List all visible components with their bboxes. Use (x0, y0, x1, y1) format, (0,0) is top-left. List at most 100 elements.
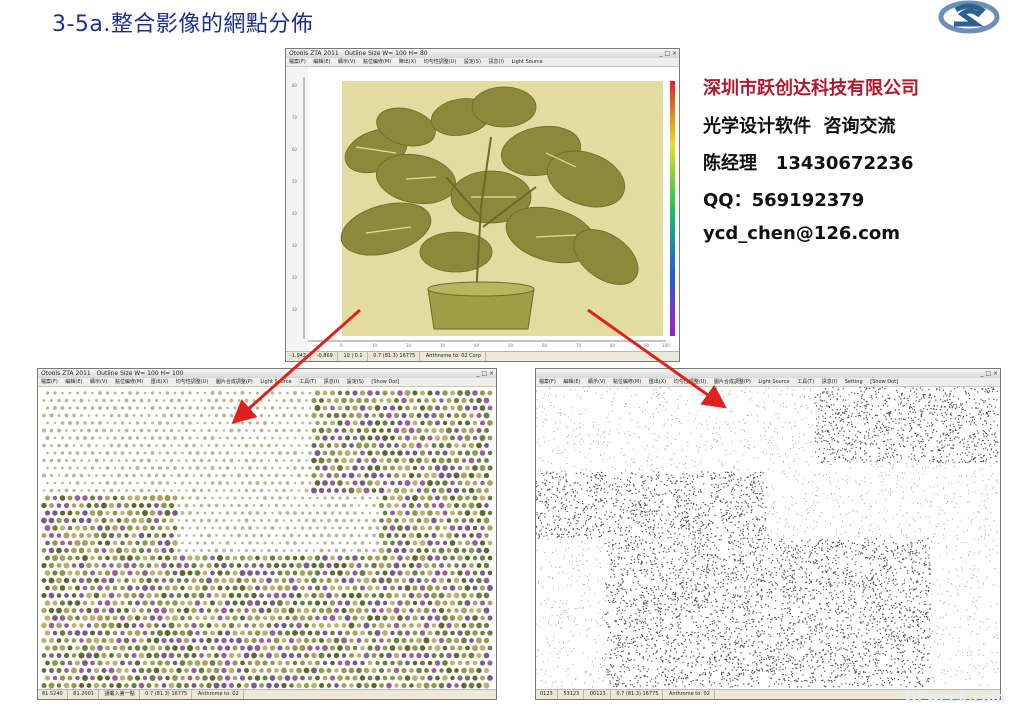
menu-item[interactable]: 訊息(I) (324, 379, 339, 385)
menu-item[interactable]: 圖片合成調整(P) (216, 379, 253, 385)
menu-item[interactable]: 顯示(V) (588, 379, 605, 385)
menu-item[interactable]: 圖片合成調整(P) (714, 379, 751, 385)
status-field: 81.5240 (38, 690, 68, 699)
color-dot-pattern (41, 390, 493, 689)
canvas-area: 80 70 60 50 40 30 20 10 0 10 20 30 40 50 60 70 80 9… (286, 67, 679, 352)
svg-text:40: 40 (292, 211, 298, 216)
menu-item[interactable]: 點位編修(M) (363, 59, 391, 65)
status-field: -1.942 (286, 352, 312, 361)
window-titlebar: Otools ZTA 2011 Outline Size W= 100 H= 8… (286, 49, 679, 58)
window-controls[interactable]: _ □ × (980, 369, 998, 378)
status-field: 請載入第一點 (101, 690, 140, 699)
svg-text:10: 10 (372, 343, 378, 348)
svg-text:30: 30 (292, 243, 298, 248)
svg-text:30: 30 (440, 343, 446, 348)
menu-bar: 檔案(F) 編輯(E) 顯示(V) 點位編修(M) 匯出(X) 均勻性調整(U)… (536, 378, 1000, 387)
menu-item[interactable]: Light Source (758, 379, 789, 385)
menu-item[interactable]: 檔案(F) (289, 59, 306, 65)
svg-text:50: 50 (508, 343, 514, 348)
menu-item[interactable]: 編輯(E) (563, 379, 580, 385)
menu-item[interactable]: [Show Dot] (371, 379, 399, 385)
status-field: 00123 (586, 690, 611, 699)
window-subtitle: Outline Size W= 100 H= 100 (96, 370, 184, 377)
svg-text:60: 60 (542, 343, 548, 348)
mono-dot-pattern (536, 387, 999, 688)
window-title: Otools ZTA 2011 (289, 50, 339, 57)
menu-item[interactable]: 設定(S) (347, 379, 364, 385)
svg-text:20: 20 (292, 275, 298, 280)
svg-text:40: 40 (474, 343, 480, 348)
status-field: Anthnsme to: 02 Corp (422, 352, 486, 361)
window-titlebar: Otools ZTA 2011 Outline Size W= 100 H= 1… (38, 369, 496, 378)
status-field: 0.7 (81.3) 16775 (141, 690, 193, 699)
menu-item[interactable]: Light Source (260, 379, 291, 385)
menu-item[interactable]: Light Source (512, 59, 543, 65)
svg-text:70: 70 (576, 343, 582, 348)
svg-text:80: 80 (610, 343, 616, 348)
window-controls[interactable]: _ □ × (659, 49, 677, 58)
menu-item[interactable]: 工具(T) (797, 379, 814, 385)
menu-item[interactable]: 設定(S) (464, 59, 481, 65)
dot-canvas (536, 387, 1000, 690)
menu-item[interactable]: 編輯(E) (65, 379, 82, 385)
menu-item[interactable]: 編輯(E) (313, 59, 330, 65)
svg-text:20: 20 (406, 343, 412, 348)
menu-item[interactable]: 工具(T) (299, 379, 316, 385)
menu-item[interactable]: 訊息(I) (489, 59, 504, 65)
svg-text:80: 80 (292, 83, 298, 88)
menu-item[interactable]: 均勻性調整(U) (424, 59, 457, 65)
qq-number: QQ：569192379 (703, 190, 865, 211)
service-line: 光学设计软件 咨询交流 (703, 116, 896, 137)
company-name: 深圳市跃创达科技有限公司 (703, 78, 919, 99)
menu-item[interactable]: 檔案(F) (539, 379, 556, 385)
status-field: Anthrome to: 02 (194, 690, 244, 699)
status-field: 10 | 0.1 (339, 352, 368, 361)
menu-item[interactable]: 顯示(V) (90, 379, 107, 385)
svg-text:60: 60 (292, 147, 298, 152)
menu-item[interactable]: 訊息(I) (822, 379, 837, 385)
svg-text:50: 50 (292, 179, 298, 184)
status-field: 0123 (536, 690, 558, 699)
window-subtitle: Outline Size W= 100 H= 80 (344, 50, 428, 57)
software-window-original: Otools ZTA 2011 Outline Size W= 100 H= 8… (285, 48, 680, 362)
window-title: Otools ZTA 2011 (41, 370, 91, 377)
menu-item[interactable]: 匯出(X) (151, 379, 168, 385)
menu-item[interactable]: 點位編修(M) (115, 379, 143, 385)
menu-item[interactable]: 均勻性調整(U) (176, 379, 209, 385)
company-logo (938, 0, 1000, 34)
menu-item[interactable]: Setting (845, 379, 863, 385)
menu-item[interactable]: 匯出(X) (649, 379, 666, 385)
email-address: ycd_chen@126.com (703, 223, 900, 244)
status-bar: 81.5240 81.2001 請載入第一點 0.7 (81.3) 16775 … (38, 689, 496, 699)
menu-item[interactable]: 檔案(F) (41, 379, 58, 385)
status-field: 0.7 (81.3) 16775 (369, 352, 421, 361)
menu-bar: 檔案(F) 編輯(E) 顯示(V) 點位編修(M) 陣出(X) 均勻性調整(U)… (286, 58, 679, 67)
svg-text:90: 90 (644, 343, 650, 348)
status-field: 81.2001 (69, 690, 99, 699)
menu-item[interactable]: 點位編修(M) (613, 379, 641, 385)
contact-info: 深圳市跃创达科技有限公司 光学设计软件 咨询交流 陈经理 13430672236… (703, 74, 919, 255)
plant-image-canvas: 80 70 60 50 40 30 20 10 0 10 20 30 40 50 60 70 80 9… (286, 67, 675, 352)
software-window-mono-dots: _ □ × 檔案(F) 編輯(E) 顯示(V) 點位編修(M) 匯出(X) 均勻… (535, 368, 1001, 700)
menu-item[interactable]: 陣出(X) (399, 59, 416, 65)
status-field: 0.7 (81.3) 16775 (612, 690, 664, 699)
window-controls[interactable]: _ □ × (476, 369, 494, 378)
svg-text:70: 70 (292, 115, 298, 120)
menu-item[interactable]: 均勻性調整(U) (674, 379, 707, 385)
watermark: OFweek.com (905, 690, 1006, 706)
menu-bar: 檔案(F) 編輯(E) 顯示(V) 點位編修(M) 匯出(X) 均勻性調整(U)… (38, 378, 496, 387)
svg-text:100: 100 (662, 343, 670, 348)
slide-title: 3-5a.整合影像的網點分佈 (52, 12, 314, 37)
manager-phone: 陈经理 13430672236 (703, 153, 914, 174)
svg-text:0: 0 (340, 343, 343, 348)
menu-item[interactable]: 顯示(V) (338, 59, 355, 65)
menu-item[interactable]: [Show Dot] (870, 379, 898, 385)
status-field: 53123 (559, 690, 585, 699)
window-titlebar: _ □ × (536, 369, 1000, 378)
svg-text:10: 10 (292, 307, 298, 312)
software-window-color-dots: Otools ZTA 2011 Outline Size W= 100 H= 1… (37, 368, 497, 700)
color-scale-bar (670, 81, 675, 336)
status-field: Anthrome to: 02 (665, 690, 715, 699)
status-field: -0.869 (313, 352, 338, 361)
dot-canvas (38, 387, 496, 690)
